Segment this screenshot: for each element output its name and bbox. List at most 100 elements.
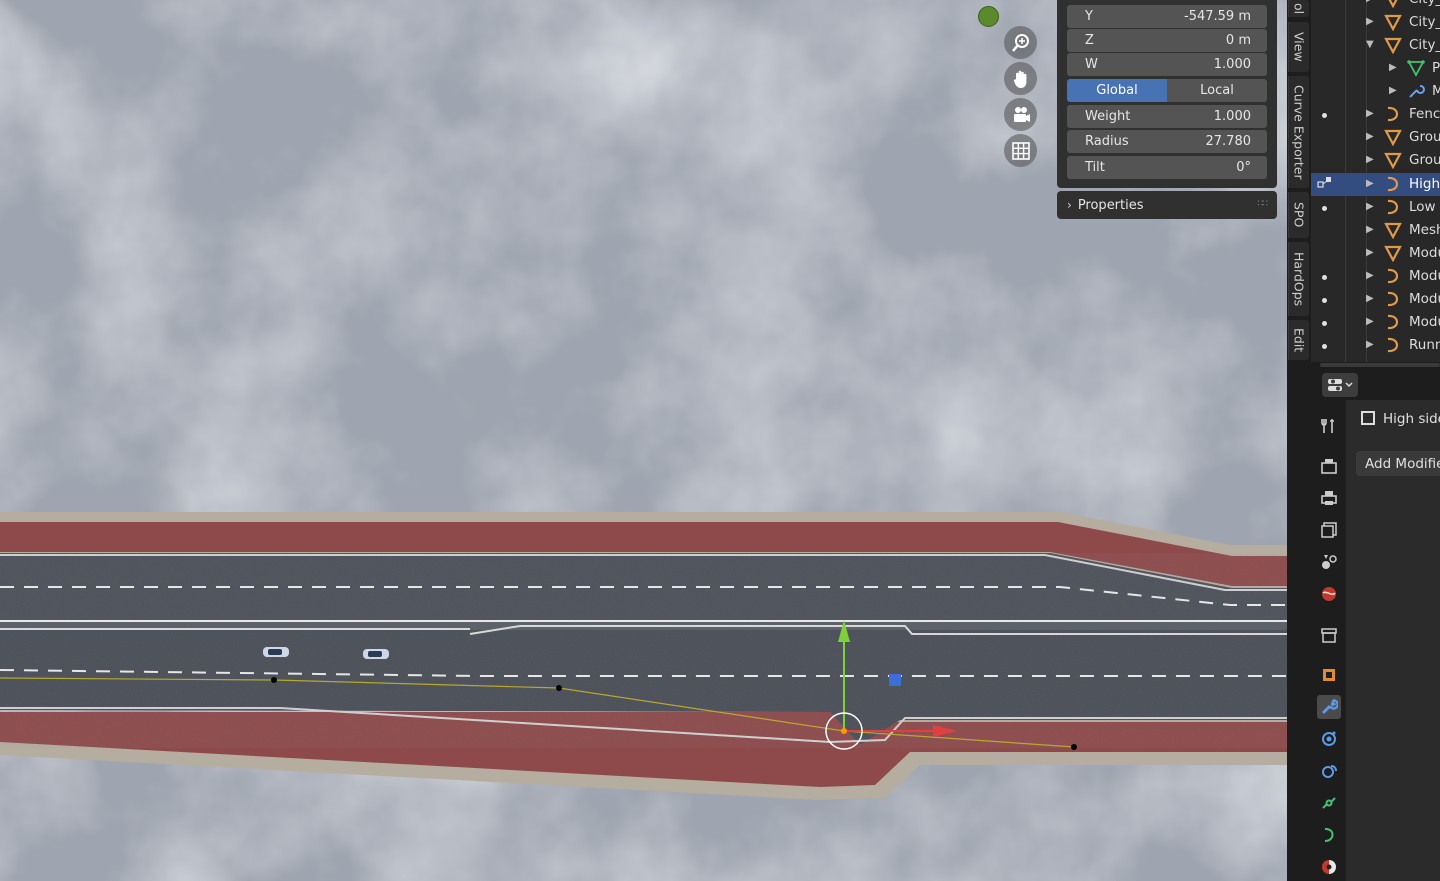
editor-type-dropdown[interactable] [1322, 373, 1358, 397]
outliner-row[interactable]: ▼ City_ [1311, 34, 1440, 57]
tab-tool[interactable] [1317, 414, 1341, 438]
visibility-dot[interactable] [1322, 344, 1327, 350]
zoom-button[interactable] [1004, 26, 1037, 59]
outliner-row[interactable]: ▶ Mesh [1311, 219, 1440, 242]
disclosure-closed-icon[interactable]: ▶ [1366, 0, 1374, 4]
field-value: 0 m [1225, 33, 1251, 48]
disclosure-closed-icon[interactable]: ▶ [1366, 16, 1374, 27]
tab-tool[interactable]: ol [1288, 0, 1309, 17]
camera-view-button[interactable] [1004, 98, 1037, 131]
outliner-row[interactable]: ▶ Fenc [1311, 103, 1440, 126]
visibility-dot[interactable] [1322, 274, 1327, 280]
disclosure-closed-icon[interactable]: ▶ [1366, 178, 1374, 189]
outliner-row-label: Runn [1409, 337, 1440, 354]
add-modifier-button[interactable]: Add Modifier [1356, 451, 1440, 476]
disclosure-closed-icon[interactable]: ▶ [1366, 270, 1374, 281]
outliner[interactable]: ▶City_▶City_▼City_▶P▶M▶Fenc▶Grou▶Grou▶Hi… [1311, 0, 1440, 362]
outliner-row[interactable]: ▶ Modu [1311, 288, 1440, 311]
outliner-row-label: Mesh [1409, 221, 1440, 238]
disclosure-open-icon[interactable]: ▼ [1366, 39, 1374, 50]
tab-world[interactable] [1317, 582, 1341, 606]
outliner-row-label: Modu [1409, 290, 1440, 307]
tab-view[interactable]: View [1288, 22, 1309, 72]
tab-render[interactable] [1317, 454, 1341, 478]
local-button[interactable]: Local [1167, 79, 1267, 102]
outliner-row[interactable]: ▶ M [1311, 80, 1440, 103]
outliner-row[interactable]: ▶ P [1311, 57, 1440, 80]
curve-icon [1384, 313, 1402, 331]
tab-view-layer[interactable] [1317, 518, 1341, 542]
object-data-icon [1361, 411, 1375, 425]
visibility-dot[interactable] [1322, 297, 1327, 303]
outliner-row[interactable]: ▶ High [1311, 172, 1440, 196]
spline-point[interactable] [271, 677, 277, 683]
disclosure-closed-icon[interactable]: ▶ [1366, 154, 1374, 165]
tab-modifiers[interactable] [1317, 695, 1341, 719]
outliner-row[interactable]: ▶ Modu [1311, 311, 1440, 334]
disclosure-closed-icon[interactable]: ▶ [1366, 247, 1374, 258]
tab-collection[interactable] [1317, 623, 1341, 647]
tab-spo[interactable]: SPO [1288, 192, 1309, 238]
y-field[interactable]: Y -547.59 m [1067, 5, 1267, 28]
outliner-row-label: M [1432, 83, 1440, 100]
w-field[interactable]: W 1.000 [1067, 53, 1267, 76]
outliner-row[interactable]: ▶ Runn [1311, 334, 1440, 357]
tab-output[interactable] [1317, 486, 1341, 510]
object-name-row: High side [1358, 411, 1440, 433]
3d-viewport[interactable]: Y -547.59 m Z 0 m W 1.000 Global Local Weig… [0, 0, 1287, 881]
disclosure-closed-icon[interactable]: ▶ [1366, 201, 1374, 212]
transform-panel: Y -547.59 m Z 0 m W 1.000 Global Local Weig… [1057, 0, 1277, 188]
disclosure-closed-icon[interactable]: ▶ [1366, 108, 1374, 119]
tab-material[interactable] [1317, 855, 1341, 879]
curve-icon [1384, 267, 1402, 285]
field-label: Y [1085, 9, 1093, 24]
disclosure-closed-icon[interactable]: ▶ [1389, 62, 1397, 73]
visibility-dot[interactable] [1322, 320, 1327, 326]
tab-data[interactable] [1317, 823, 1341, 847]
disclosure-closed-icon[interactable]: ▶ [1366, 339, 1374, 350]
tilt-field[interactable]: Tilt 0° [1067, 156, 1267, 179]
tab-hardops[interactable]: HardOps [1288, 242, 1309, 316]
tab-particles[interactable] [1317, 727, 1341, 751]
disclosure-closed-icon[interactable]: ▶ [1366, 131, 1374, 142]
gizmo-origin[interactable] [841, 728, 847, 734]
ortho-toggle-button[interactable] [1004, 134, 1037, 167]
spline-point[interactable] [556, 685, 562, 691]
visibility-dot[interactable] [1322, 205, 1327, 211]
outliner-row[interactable]: ▶ Grou [1311, 149, 1440, 172]
tab-edit[interactable]: Edit [1288, 320, 1309, 360]
disclosure-closed-icon[interactable]: ▶ [1366, 316, 1374, 327]
space-toggle: Global Local [1067, 79, 1267, 102]
pan-button[interactable] [1004, 62, 1037, 95]
outliner-row[interactable]: ▶ City_ [1311, 11, 1440, 34]
outliner-row-label: Modu [1409, 267, 1440, 284]
radius-field[interactable]: Radius 27.780 [1067, 130, 1267, 153]
global-button[interactable]: Global [1067, 79, 1167, 102]
disclosure-closed-icon[interactable]: ▶ [1366, 224, 1374, 235]
modifiers-icon [1321, 699, 1338, 715]
spline-point[interactable] [1071, 744, 1077, 750]
tab-constraints[interactable] [1317, 791, 1341, 815]
outliner-row[interactable]: ▶ Modu [1311, 242, 1440, 265]
axis-gizmo-y-dot[interactable] [978, 6, 999, 27]
tab-object[interactable] [1317, 663, 1341, 687]
disclosure-closed-icon[interactable]: ▶ [1389, 85, 1397, 96]
camera-icon [1013, 106, 1030, 122]
tab-curve-exporter[interactable]: Curve Exporter [1288, 76, 1309, 188]
selected-handle[interactable] [889, 674, 901, 686]
outliner-row[interactable]: ▶ City_ [1311, 0, 1440, 11]
curve-icon [1384, 290, 1402, 308]
data-icon [1324, 827, 1334, 842]
disclosure-closed-icon[interactable]: ▶ [1366, 293, 1374, 304]
drag-grip-icon[interactable]: ∷∷ [1258, 199, 1269, 209]
edit-mode-icon[interactable] [1317, 176, 1333, 192]
visibility-dot[interactable] [1322, 113, 1327, 119]
tab-physics[interactable] [1317, 759, 1341, 783]
tab-scene[interactable] [1317, 550, 1341, 574]
z-field[interactable]: Z 0 m [1067, 29, 1267, 52]
weight-field[interactable]: Weight 1.000 [1067, 105, 1267, 128]
outliner-row[interactable]: ▶ Low [1311, 196, 1440, 219]
outliner-row[interactable]: ▶ Grou [1311, 126, 1440, 149]
outliner-row[interactable]: ▶ Modu [1311, 265, 1440, 288]
properties-subpanel-header[interactable]: › Properties ∷∷ [1057, 191, 1277, 219]
